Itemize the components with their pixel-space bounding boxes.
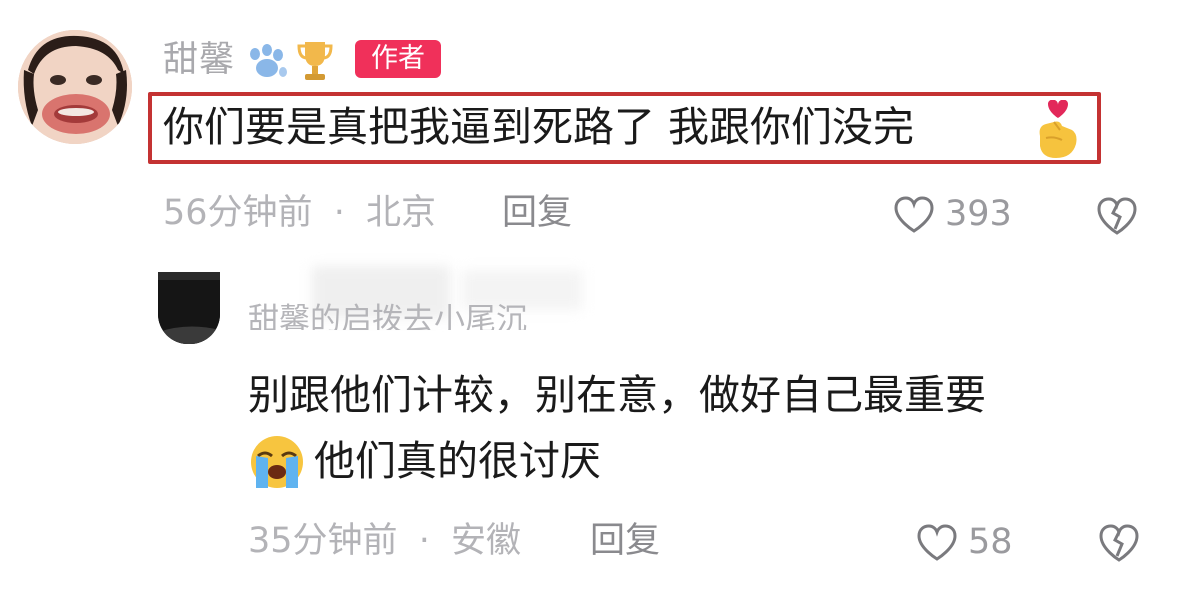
reply-time: 35分钟前 xyxy=(248,521,398,561)
heart-icon xyxy=(894,196,934,233)
reply-text-line2: 他们真的很讨厌 xyxy=(314,437,601,485)
comment-meta: 56分钟前 · 北京 xyxy=(163,190,436,236)
reply-meta: 35分钟前 · 安徽 xyxy=(248,518,521,564)
reply-button[interactable]: 回复 xyxy=(590,518,660,564)
meta-separator: · xyxy=(418,521,430,561)
reply-text-line1: 别跟他们计较，别在意，做好自己最重要 xyxy=(248,371,986,419)
face-avatar-image xyxy=(18,30,132,144)
meta-separator: · xyxy=(333,193,345,233)
author-tag: 作者 xyxy=(355,40,441,78)
trophy-icon xyxy=(297,42,333,80)
crying-face-icon xyxy=(251,436,303,488)
paw-icon xyxy=(250,44,287,77)
like-count: 393 xyxy=(945,194,1012,234)
author-avatar[interactable] xyxy=(18,30,132,144)
reply-username-text: 甜馨的启拨去小尾沉 xyxy=(248,302,527,330)
heart-icon xyxy=(917,524,957,561)
dislike-icon[interactable] xyxy=(1098,522,1140,564)
finger-heart-icon xyxy=(1039,100,1077,158)
comment-location: 北京 xyxy=(365,193,436,233)
comment-time: 56分钟前 xyxy=(163,193,313,233)
reply-location: 安徽 xyxy=(450,521,521,561)
reply-button[interactable]: 回复 xyxy=(502,190,572,236)
author-username[interactable]: 甜馨 xyxy=(163,39,235,81)
dark-avatar-image xyxy=(158,272,220,344)
reply-username[interactable]: 甜馨的启拨去小尾沉 xyxy=(248,300,608,330)
like-count: 58 xyxy=(968,522,1013,562)
reply-avatar[interactable] xyxy=(158,272,220,344)
comment-text: 你们要是真把我逼到死路了 我跟你们没完 xyxy=(163,103,915,151)
comment-page: 甜馨 作者 你们要是真把我逼到死路了 我跟你们没完 56分钟前 · 北京 回复 xyxy=(0,0,1192,604)
dislike-icon[interactable] xyxy=(1096,195,1138,237)
